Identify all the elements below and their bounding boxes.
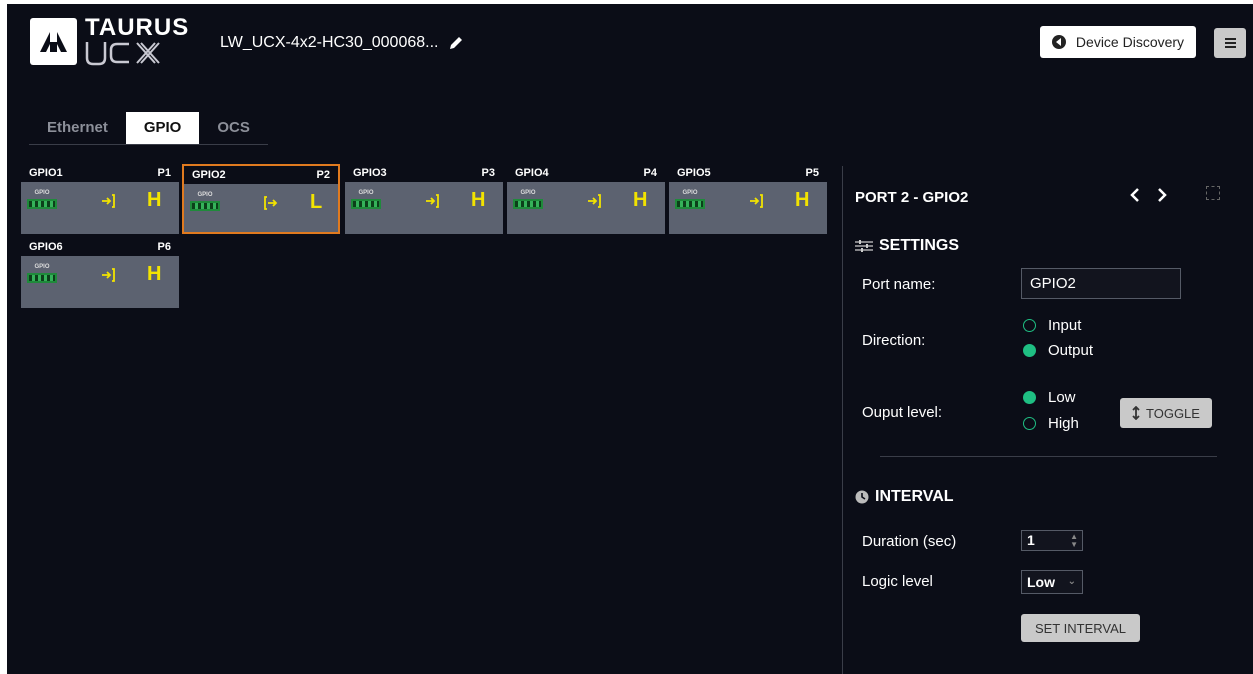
tab-gpio[interactable]: GPIO bbox=[125, 112, 200, 144]
direction-label: Direction: bbox=[862, 332, 926, 349]
tab-bar: Ethernet GPIO OCS bbox=[29, 112, 268, 145]
direction-output-radio[interactable]: Output bbox=[1023, 342, 1093, 359]
port-name: GPIO6 bbox=[29, 241, 63, 253]
tab-ocs[interactable]: OCS bbox=[199, 112, 268, 144]
logic-level-value: Low bbox=[1027, 574, 1055, 590]
radio-label: Output bbox=[1048, 342, 1094, 359]
device-name-text: LW_UCX-4x2-HC30_000068... bbox=[220, 34, 439, 51]
up-down-arrow-icon bbox=[1132, 406, 1140, 420]
toggle-button[interactable]: TOGGLE bbox=[1120, 398, 1212, 428]
logo-text-ucx bbox=[85, 42, 160, 66]
port-name: GPIO3 bbox=[353, 167, 387, 179]
logo-text-taurus: TAURUS bbox=[85, 14, 190, 41]
radio-dot bbox=[1023, 417, 1036, 430]
expand-icon[interactable] bbox=[1206, 186, 1220, 200]
device-discovery-button[interactable]: Device Discovery bbox=[1040, 26, 1196, 58]
port-number: P3 bbox=[481, 167, 495, 179]
duration-stepper[interactable]: 1 ▲ ▼ bbox=[1021, 530, 1083, 551]
chevron-right-icon[interactable] bbox=[1156, 188, 1168, 202]
interval-title-text: INTERVAL bbox=[875, 488, 954, 505]
toggle-label: TOGGLE bbox=[1146, 405, 1200, 421]
logic-level-select[interactable]: Low ⌄ bbox=[1021, 570, 1083, 594]
panel-title: PORT 2 - GPIO2 bbox=[855, 189, 969, 206]
settings-title-text: SETTINGS bbox=[879, 237, 960, 254]
gpio-connector-icon: GPIO bbox=[675, 190, 705, 212]
logo-mark bbox=[30, 18, 77, 65]
device-discovery-label: Device Discovery bbox=[1075, 34, 1185, 50]
port-name-label: Port name: bbox=[862, 276, 936, 293]
radio-label: High bbox=[1048, 415, 1079, 432]
port-settings-panel: PORT 2 - GPIO2 SETTINGS Port name: GPIO2… bbox=[842, 166, 1253, 674]
port-name: GPIO4 bbox=[515, 167, 549, 179]
gpio-connector-icon: GPIO bbox=[513, 190, 543, 212]
input-arrow-icon bbox=[102, 194, 115, 208]
radio-label: Low bbox=[1048, 389, 1076, 406]
port-number: P4 bbox=[643, 167, 657, 179]
input-arrow-icon bbox=[102, 268, 115, 282]
output-level-label: Ouput level: bbox=[862, 404, 943, 421]
port-tile-gpio6[interactable]: GPIO6 P6 GPIO H bbox=[21, 238, 179, 308]
direction-input-radio[interactable]: Input bbox=[1023, 317, 1081, 334]
gpio-connector-icon: GPIO bbox=[27, 264, 57, 286]
port-number: P5 bbox=[805, 167, 819, 179]
port-level: H bbox=[633, 189, 648, 211]
duration-value: 1 bbox=[1027, 532, 1035, 548]
sliders-icon bbox=[855, 240, 873, 252]
port-tile-gpio5[interactable]: GPIO5 P5 GPIO H bbox=[669, 164, 827, 234]
radio-label: Input bbox=[1048, 317, 1082, 334]
output-level-low-radio[interactable]: Low bbox=[1023, 389, 1076, 406]
port-number: P1 bbox=[157, 167, 171, 179]
chevron-down-icon: ⌄ bbox=[1067, 576, 1076, 587]
hamburger-icon bbox=[1224, 42, 1236, 44]
taurus-ucx-logo: TAURUS bbox=[30, 14, 188, 70]
set-interval-button[interactable]: SET INTERVAL bbox=[1021, 614, 1140, 642]
input-arrow-icon bbox=[588, 194, 601, 208]
port-name: GPIO2 bbox=[192, 169, 226, 181]
port-tile-gpio2[interactable]: GPIO2 P2 GPIO L bbox=[182, 164, 340, 234]
interval-section-title: INTERVAL bbox=[855, 488, 954, 506]
spinner-arrows-icon[interactable]: ▲ ▼ bbox=[1070, 533, 1078, 549]
app-window: TAURUS LW_UCX-4x2-HC30_000068... Device … bbox=[7, 4, 1253, 674]
port-name-input[interactable]: GPIO2 bbox=[1021, 268, 1181, 299]
port-level: H bbox=[147, 263, 162, 285]
pencil-icon[interactable] bbox=[448, 35, 464, 51]
input-arrow-icon bbox=[750, 194, 763, 208]
gpio-connector-icon: GPIO bbox=[351, 190, 381, 212]
port-tile-gpio3[interactable]: GPIO3 P3 GPIO H bbox=[345, 164, 503, 234]
radio-dot bbox=[1023, 391, 1036, 404]
output-level-high-radio[interactable]: High bbox=[1023, 415, 1079, 432]
clock-icon bbox=[855, 490, 869, 504]
port-tile-gpio1[interactable]: GPIO1 P1 GPIO H bbox=[21, 164, 179, 234]
radio-dot bbox=[1023, 319, 1036, 332]
duration-label: Duration (sec) bbox=[862, 533, 957, 550]
section-divider bbox=[880, 456, 1217, 457]
port-name: GPIO5 bbox=[677, 167, 711, 179]
chevron-left-icon[interactable] bbox=[1129, 188, 1141, 202]
port-number: P6 bbox=[157, 241, 171, 253]
port-level: H bbox=[795, 189, 810, 211]
logic-level-label: Logic level bbox=[862, 573, 933, 590]
gpio-connector-icon: GPIO bbox=[190, 192, 220, 214]
port-level: L bbox=[310, 191, 323, 213]
settings-section-title: SETTINGS bbox=[855, 237, 959, 255]
device-name[interactable]: LW_UCX-4x2-HC30_000068... bbox=[220, 34, 464, 52]
tab-ethernet[interactable]: Ethernet bbox=[29, 112, 126, 144]
port-number: P2 bbox=[316, 169, 330, 181]
hamburger-menu-button[interactable] bbox=[1214, 28, 1246, 58]
back-circle-icon bbox=[1051, 35, 1066, 49]
port-name: GPIO1 bbox=[29, 167, 63, 179]
radio-dot bbox=[1023, 344, 1036, 357]
port-level: H bbox=[147, 189, 162, 211]
output-arrow-icon bbox=[264, 196, 278, 210]
input-arrow-icon bbox=[426, 194, 439, 208]
gpio-connector-icon: GPIO bbox=[27, 190, 57, 212]
port-level: H bbox=[471, 189, 486, 211]
port-tile-gpio4[interactable]: GPIO4 P4 GPIO H bbox=[507, 164, 665, 234]
